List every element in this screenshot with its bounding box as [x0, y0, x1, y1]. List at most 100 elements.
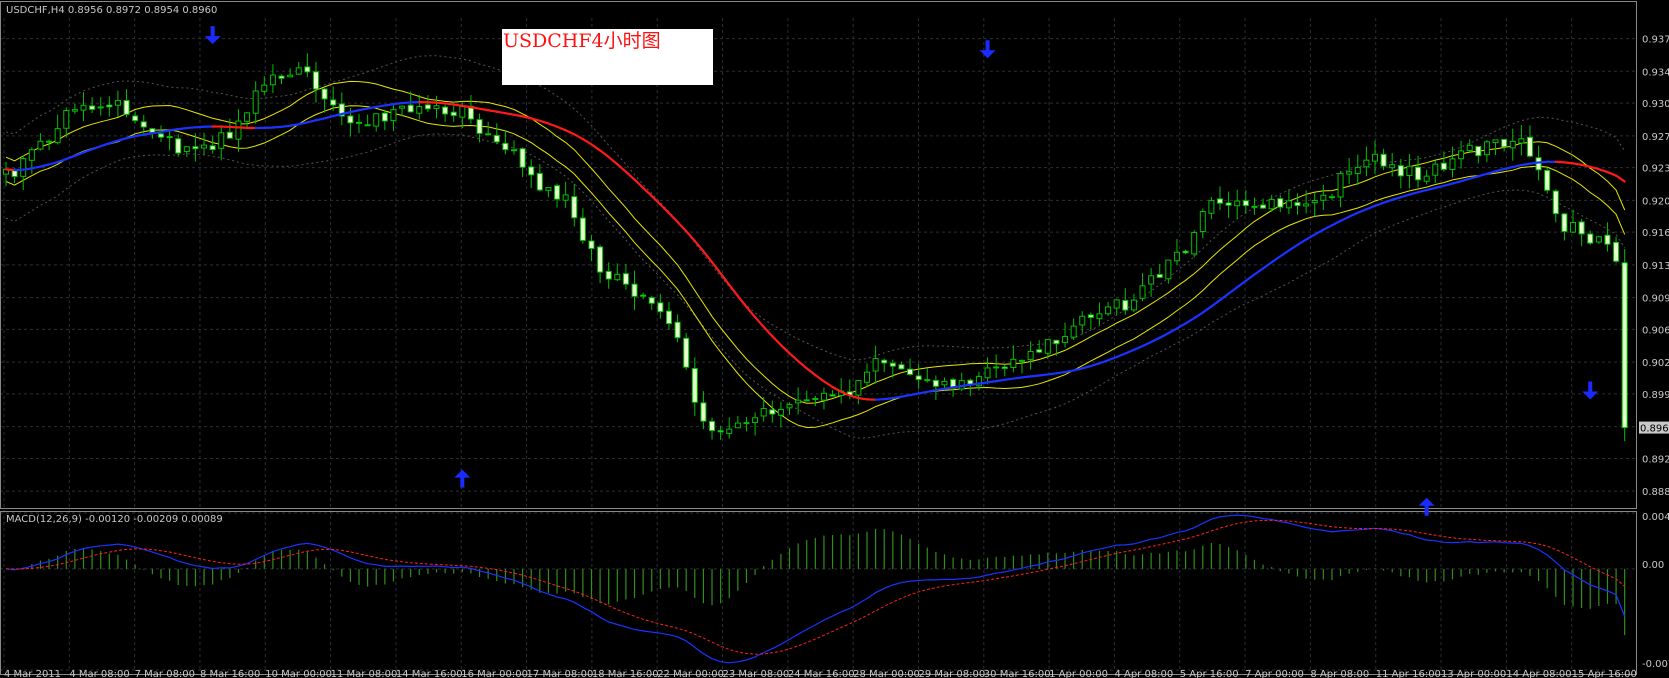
- candle-70: [605, 262, 612, 289]
- trend-segment-143: [1227, 286, 1239, 295]
- candle-body-19: [166, 136, 173, 139]
- trend-segment-126: [1081, 364, 1092, 370]
- trend-segment-150: [1287, 243, 1299, 252]
- candle-body-22: [192, 146, 199, 150]
- time-label-18: 5 Apr 16:00: [1180, 669, 1239, 678]
- candle-37: [321, 88, 328, 113]
- candle-body-58: [502, 142, 509, 151]
- candle-169: [1458, 140, 1465, 169]
- candle-51: [442, 104, 449, 122]
- trend-segment-184: [1580, 163, 1592, 168]
- candle-31: [269, 64, 276, 94]
- candle-body-16: [140, 121, 147, 128]
- time-label-19: 7 Apr 00:00: [1245, 669, 1304, 678]
- trend-segment-174: [1494, 167, 1506, 173]
- trend-segment-83: [710, 261, 722, 275]
- trading-chart[interactable]: 0.937 0.934 0.930 0.927 0.923 0.920 0.916 0.913…: [0, 0, 1669, 678]
- candle-body-55: [476, 119, 483, 134]
- trend-segment-162: [1391, 196, 1402, 201]
- annotation-title: USDCHF4小时图: [503, 30, 661, 52]
- candle-90: [777, 401, 784, 428]
- candle-body-83: [717, 430, 724, 433]
- trend-segment-134: [1150, 336, 1161, 344]
- candle-156: [1346, 158, 1353, 185]
- candle-body-122: [1053, 339, 1060, 345]
- candle-body-100: [864, 371, 870, 383]
- candle-body-145: [1251, 205, 1258, 208]
- candle-88: [760, 397, 767, 422]
- candle-102: [881, 358, 888, 373]
- time-label-3: 8 Mar 16:00: [200, 669, 260, 678]
- candle-body-151: [1303, 203, 1310, 207]
- price-tick-14: 0.888: [1642, 487, 1669, 498]
- trend-segment-122: [1046, 372, 1058, 376]
- candle-body-105: [907, 368, 914, 375]
- candle-body-94: [812, 398, 819, 401]
- candle-body-156: [1346, 171, 1353, 175]
- time-axis: 4 Mar 2011 4 Mar 08:00 7 Mar 08:00 8 Mar 16…: [4, 669, 1637, 678]
- trend-segment-34: [289, 123, 300, 127]
- trend-segment-159: [1365, 204, 1377, 211]
- candle-body-35: [304, 66, 311, 73]
- candle-96: [829, 389, 836, 397]
- candle-144: [1242, 190, 1249, 214]
- chart-grid: [0, 1, 1637, 675]
- candle-body-137: [1182, 250, 1189, 254]
- candle-107: [924, 368, 931, 383]
- trend-segment-114: [977, 381, 989, 385]
- candle-174: [1501, 138, 1508, 152]
- trend-segment-118: [1012, 376, 1024, 380]
- time-label-17: 4 Apr 08:00: [1114, 669, 1173, 678]
- candle-64: [554, 183, 561, 208]
- candle-79: [683, 332, 690, 371]
- candle-41: [356, 113, 363, 134]
- candle-body-31: [269, 74, 276, 86]
- price-candles[interactable]: [3, 53, 1628, 442]
- trend-segment-35: [297, 121, 309, 126]
- candle-123: [1062, 322, 1069, 348]
- macd-tick-bottom: -0.0076: [1642, 659, 1669, 670]
- candle-body-10: [89, 105, 96, 110]
- time-label-23: 14 Apr 08:00: [1506, 669, 1571, 678]
- trend-segment-139: [1193, 311, 1204, 320]
- price-tick-6: 0.916: [1642, 228, 1669, 239]
- candle-body-62: [536, 172, 543, 191]
- trend-segment-102: [874, 398, 886, 401]
- time-label-13: 28 Mar 00:00: [853, 669, 920, 678]
- trend-segment-137: [1175, 322, 1187, 330]
- candle-body-13: [114, 100, 121, 106]
- candle-body-2: [20, 158, 27, 177]
- price-tick-7: 0.913: [1642, 261, 1669, 272]
- trend-segment-13: [108, 139, 120, 145]
- trend-segment-127: [1089, 362, 1101, 368]
- signal-arrow-down-4: [1582, 381, 1599, 400]
- candle-body-149: [1285, 200, 1292, 209]
- candle-body-26: [226, 131, 233, 139]
- candle-body-80: [691, 368, 698, 403]
- candle-body-152: [1311, 199, 1318, 204]
- candle-66: [571, 183, 578, 227]
- trend-segment-119: [1020, 375, 1032, 379]
- candle-body-146: [1260, 204, 1267, 209]
- candle-160: [1380, 148, 1387, 170]
- candle-body-53: [459, 106, 466, 118]
- candle-body-59: [510, 149, 517, 152]
- time-label-21: 11 Apr 16:00: [1376, 669, 1441, 678]
- trend-segment-182: [1563, 161, 1575, 165]
- candle-body-52: [450, 111, 457, 117]
- candle-86: [743, 417, 750, 432]
- time-label-16: 1 Apr 00:00: [1049, 669, 1108, 678]
- trend-segment-132: [1132, 344, 1144, 352]
- trend-segment-42: [357, 107, 369, 112]
- candle-body-24: [209, 145, 216, 151]
- candle-118: [1018, 359, 1025, 374]
- candle-body-177: [1526, 136, 1533, 157]
- candle-body-124: [1070, 325, 1077, 338]
- candle-149: [1285, 189, 1292, 215]
- candle-body-127: [1096, 313, 1103, 320]
- candle-body-172: [1483, 141, 1490, 156]
- candle-body-164: [1415, 166, 1422, 181]
- trend-segment-107: [917, 390, 929, 395]
- candle-body-153: [1320, 194, 1327, 201]
- trend-segment-37: [314, 117, 326, 122]
